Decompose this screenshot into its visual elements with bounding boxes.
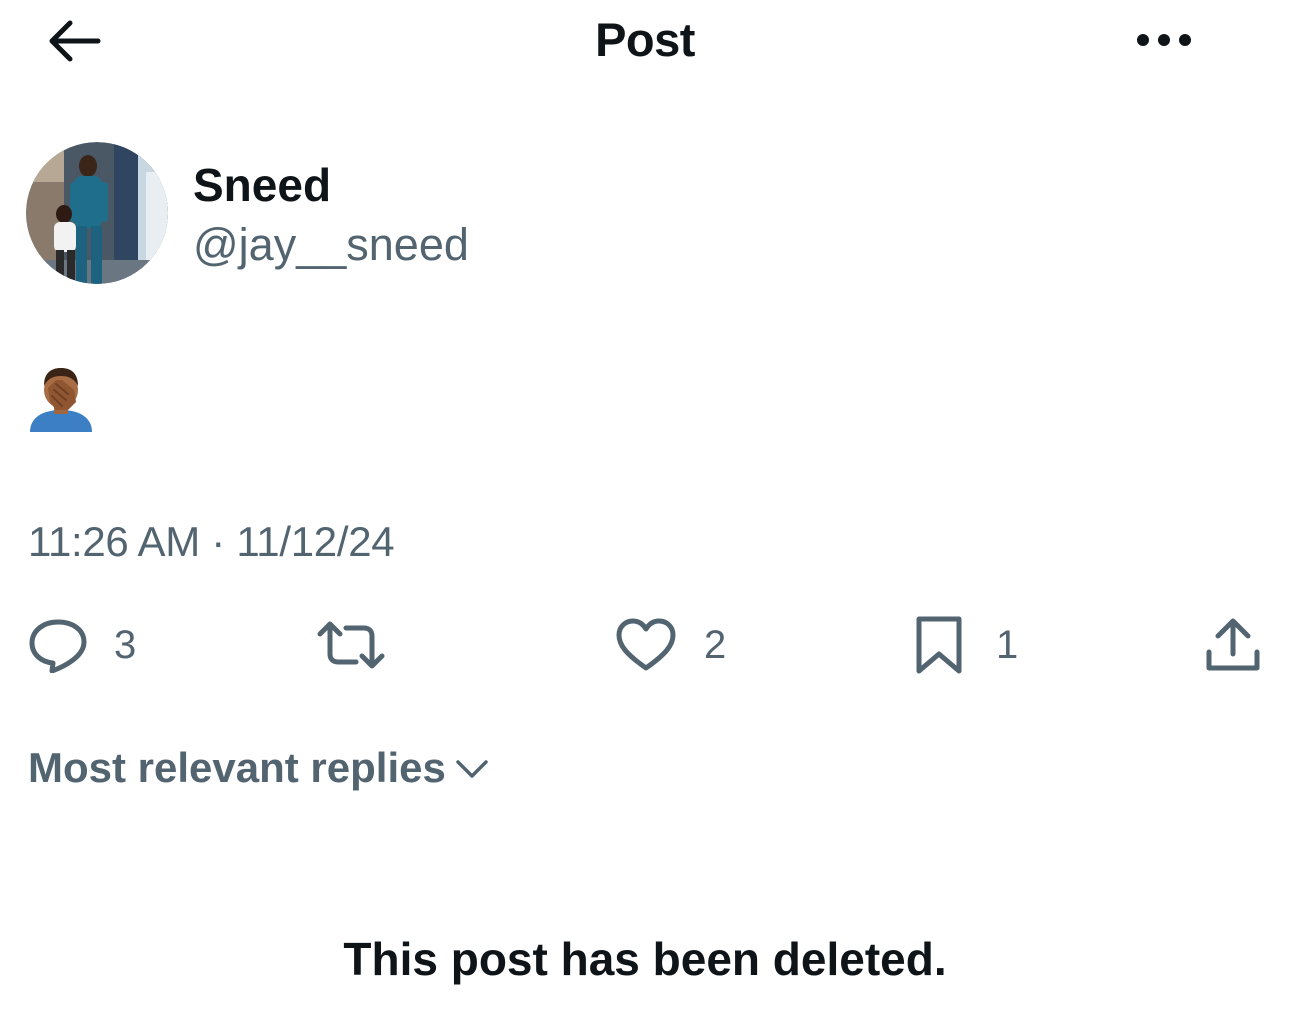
author-handle[interactable]: @jay__sneed [193,219,469,271]
post-actions-bar: 3 2 1 [0,612,1290,678]
replies-sort-dropdown[interactable]: Most relevant replies [28,744,490,792]
avatar-image [26,142,168,284]
like-count: 2 [704,622,727,667]
bookmark-icon [916,616,962,674]
bookmark-button[interactable]: 1 [914,612,1018,678]
post-timestamp[interactable]: 11:26 AM · 11/12/24 [28,518,395,566]
top-bar: Post [0,0,1290,84]
author-display-name[interactable]: Sneed [193,158,331,212]
reply-icon [29,619,87,673]
chevron-down-icon [454,756,490,780]
avatar[interactable] [26,142,168,284]
more-horizontal-icon [1137,34,1191,46]
reply-button[interactable]: 3 [28,612,136,678]
deleted-post-notice: This post has been deleted. [343,933,947,985]
post-author: Sneed @jay__sneed [26,142,926,286]
replies-sort-label: Most relevant replies [28,744,446,791]
like-button[interactable]: 2 [616,612,726,678]
bookmark-count: 1 [996,622,1019,667]
repost-icon [317,621,385,669]
repost-button[interactable] [316,612,386,678]
facepalm-emoji [30,368,92,432]
share-button[interactable] [1204,612,1262,678]
page-title: Post [595,13,695,66]
post-text [28,366,98,432]
reply-count: 3 [114,622,137,667]
more-options-button[interactable] [1128,20,1200,60]
share-icon [1206,618,1260,671]
heart-icon [616,618,676,671]
